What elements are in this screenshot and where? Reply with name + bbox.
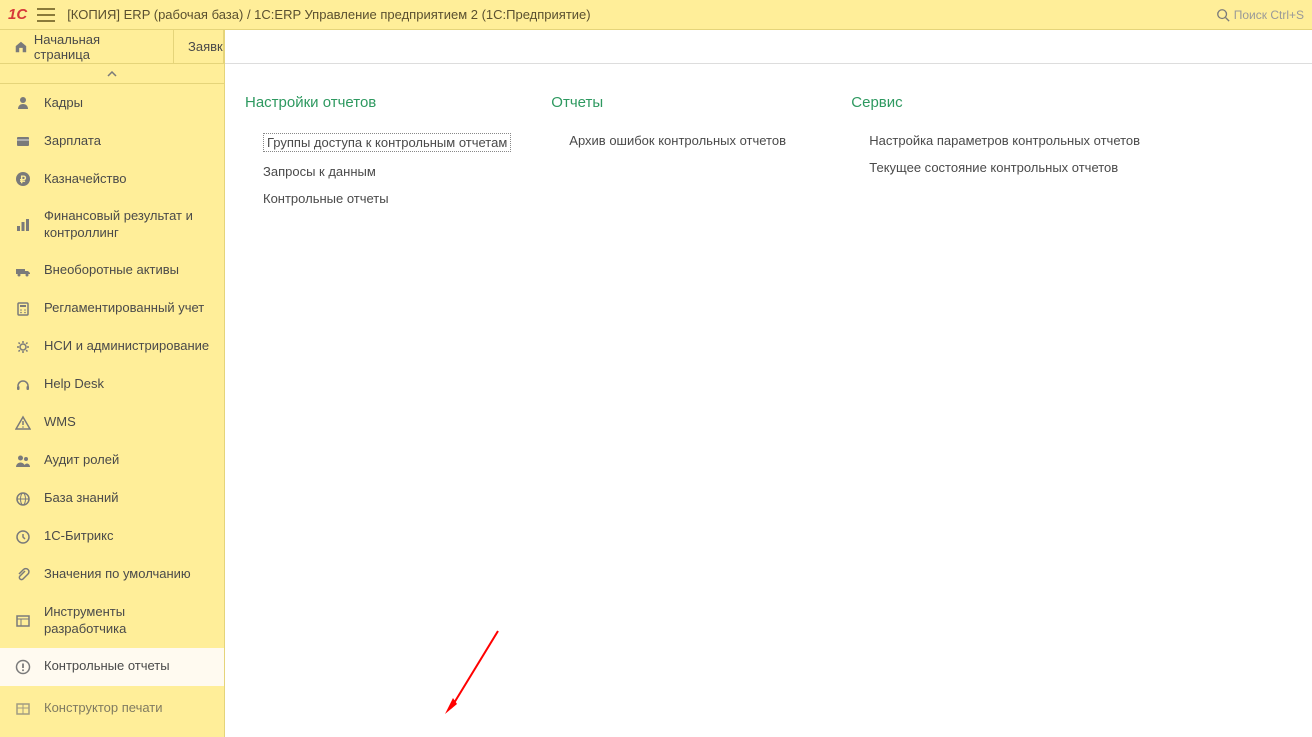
sidebar-item-label: Кадры [44,95,83,112]
sidebar-item-11[interactable]: 1С-Битрикс [0,518,224,556]
section-title: Сервис [851,94,1140,111]
sidebar-item-label: Инструменты разработчика [44,604,210,638]
sidebar-item-label: WMS [44,414,76,431]
section-1: Отчеты Архив ошибок контрольных отчетов [551,94,811,206]
section-link[interactable]: Запросы к данным [263,164,511,179]
warning-icon [14,414,32,432]
sidebar-item-6[interactable]: НСИ и администрирование [0,328,224,366]
sidebar-item-label: Help Desk [44,376,104,393]
sidebar-item-13[interactable]: Инструменты разработчика [0,594,224,648]
second-tab-label: Заявки [188,39,224,54]
search-placeholder: Поиск Ctrl+S [1234,8,1304,22]
sidebar-item-label: Казначейство [44,171,126,188]
sidebar-item-15[interactable]: Конструктор печати [0,686,224,724]
person-icon [14,94,32,112]
sidebar-item-label: НСИ и администрирование [44,338,209,355]
section-link[interactable]: Текущее состояние контрольных отчетов [869,160,1140,175]
sidebar-item-label: Внеоборотные активы [44,262,179,279]
main-area: Настройки отчетов Группы доступа к контро… [225,30,1312,737]
sidebar-item-2[interactable]: ₽ Казначейство [0,160,224,198]
sidebar-item-label: База знаний [44,490,119,507]
chevron-up-icon [107,71,117,77]
second-tab[interactable]: Заявки [174,30,224,63]
sections: Настройки отчетов Группы доступа к контро… [225,64,1312,206]
sidebar: Начальная страница Заявки Кадры Зарплата ₽… [0,30,225,737]
sidebar-item-label: 1С-Битрикс [44,528,114,545]
hamburger-menu-icon[interactable] [37,8,55,22]
svg-text:₽: ₽ [20,175,27,186]
main-tabs-border [225,30,1312,64]
layout-icon [14,700,32,718]
section-0: Настройки отчетов Группы доступа к контро… [245,94,511,206]
ruble-icon: ₽ [14,170,32,188]
section-link[interactable]: Настройка параметров контрольных отчетов [869,133,1140,148]
globe-icon [14,490,32,508]
clock-icon [14,528,32,546]
search-box[interactable]: Поиск Ctrl+S [1216,8,1304,22]
sidebar-item-0[interactable]: Кадры [0,84,224,122]
home-tab-label: Начальная страница [34,32,159,62]
sidebar-item-10[interactable]: База знаний [0,480,224,518]
sidebar-item-label: Контрольные отчеты [44,658,170,675]
calculator-icon [14,300,32,318]
card-icon [14,132,32,150]
tabs-row: Начальная страница Заявки [0,30,224,64]
bars-icon [14,216,32,234]
section-title: Настройки отчетов [245,94,511,111]
section-links: Группы доступа к контрольным отчетам Запр… [245,133,511,206]
sidebar-item-label: Регламентированный учет [44,300,204,317]
tools-icon [14,612,32,630]
section-2: Сервис Настройка параметров контрольных о… [851,94,1140,206]
section-links: Настройка параметров контрольных отчетов… [851,133,1140,175]
headset-icon [14,376,32,394]
nav-items: Кадры Зарплата ₽ Казначейство Финансовый рез… [0,84,224,737]
sidebar-collapse[interactable] [0,64,224,84]
section-links: Архив ошибок контрольных отчетов [551,133,811,148]
sidebar-item-label: Значения по умолчанию [44,566,191,583]
gear-icon [14,338,32,356]
clip-icon [14,566,32,584]
sidebar-item-label: Финансовый результат и контроллинг [44,208,210,242]
section-link[interactable]: Группы доступа к контрольным отчетам [263,133,511,152]
sidebar-item-3[interactable]: Финансовый результат и контроллинг [0,198,224,252]
search-icon [1216,8,1230,22]
sidebar-item-12[interactable]: Значения по умолчанию [0,556,224,594]
annotation-arrow [443,626,503,716]
sidebar-item-8[interactable]: WMS [0,404,224,442]
home-icon [14,40,28,54]
sidebar-item-9[interactable]: Аудит ролей [0,442,224,480]
truck-icon [14,262,32,280]
exclaim-icon [14,658,32,676]
sidebar-item-label: Зарплата [44,133,101,150]
titlebar: 1С [КОПИЯ] ERP (рабочая база) / 1С:ERP У… [0,0,1312,30]
app-title: [КОПИЯ] ERP (рабочая база) / 1С:ERP Упра… [67,7,1216,22]
sidebar-item-label: Аудит ролей [44,452,119,469]
section-link[interactable]: Контрольные отчеты [263,191,511,206]
home-tab[interactable]: Начальная страница [0,30,174,63]
logo-1c: 1С [8,6,27,23]
sidebar-item-label: Конструктор печати [44,700,163,717]
people-icon [14,452,32,470]
section-title: Отчеты [551,94,811,111]
sidebar-item-14[interactable]: Контрольные отчеты [0,648,224,686]
sidebar-item-4[interactable]: Внеоборотные активы [0,252,224,290]
sidebar-item-1[interactable]: Зарплата [0,122,224,160]
sidebar-item-5[interactable]: Регламентированный учет [0,290,224,328]
section-link[interactable]: Архив ошибок контрольных отчетов [569,133,811,148]
sidebar-item-7[interactable]: Help Desk [0,366,224,404]
